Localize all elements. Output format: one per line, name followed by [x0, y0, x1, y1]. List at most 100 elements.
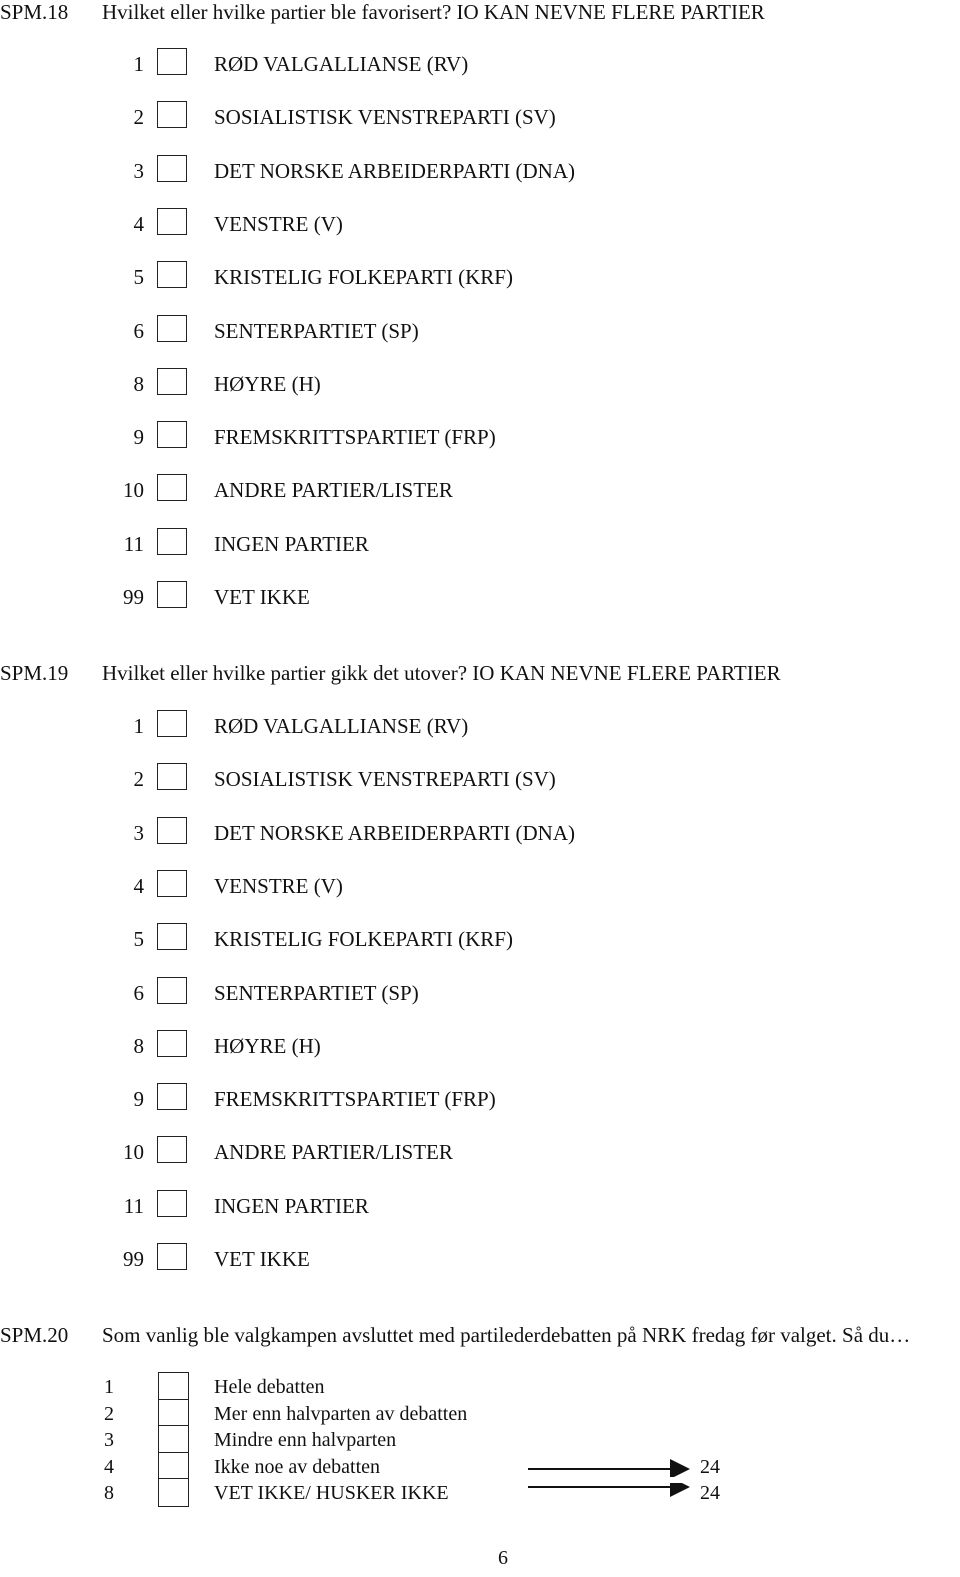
- option-row[interactable]: 8 HØYRE (H): [0, 1029, 700, 1062]
- option-label: HØYRE (H): [214, 371, 321, 396]
- option-row[interactable]: 10 ANDRE PARTIER/LISTER: [0, 1136, 700, 1168]
- checkbox-icon[interactable]: [157, 923, 187, 951]
- option-row[interactable]: 5 KRISTELIG FOLKEPARTI (KRF): [0, 923, 700, 955]
- option-label: INGEN PARTIER: [214, 531, 369, 556]
- question-code: SPM.19: [0, 661, 69, 685]
- option-row[interactable]: 8 VET IKKE/ HUSKER IKKE 24: [0, 1478, 760, 1508]
- option-row[interactable]: 2 SOSIALISTISK VENSTREPARTI (SV): [0, 763, 700, 795]
- option-label: VET IKKE/ HUSKER IKKE: [214, 1482, 449, 1504]
- checkbox-icon[interactable]: [157, 869, 187, 897]
- option-label: KRISTELIG FOLKEPARTI (KRF): [214, 927, 513, 952]
- checkbox-icon[interactable]: [157, 816, 187, 844]
- checkbox-icon[interactable]: [158, 1478, 189, 1507]
- option-number: 10: [123, 1140, 144, 1165]
- checkbox-icon[interactable]: [157, 261, 187, 289]
- option-label: FREMSKRITTSPARTIET (FRP): [214, 425, 496, 450]
- right-arrow-icon: [528, 1458, 690, 1477]
- checkbox-icon[interactable]: [157, 581, 187, 608]
- checkbox-icon[interactable]: [157, 154, 187, 182]
- question-text: Som vanlig ble valgkampen avsluttet med …: [102, 1323, 911, 1347]
- option-number: 2: [104, 1402, 114, 1425]
- checkbox-icon[interactable]: [157, 976, 187, 1004]
- option-number: 3: [104, 1429, 114, 1451]
- checkbox-icon[interactable]: [157, 421, 187, 449]
- option-row[interactable]: 4 VENSTRE (V): [0, 869, 700, 902]
- option-label: DET NORSKE ARBEIDERPARTI (DNA): [214, 158, 576, 183]
- question-code: SPM.20: [0, 1323, 69, 1347]
- checkbox-icon[interactable]: [157, 48, 187, 75]
- option-label: RØD VALGALLIANSE (RV): [214, 714, 469, 738]
- option-row[interactable]: 1 Hele debatten: [0, 1372, 760, 1402]
- option-number: 6: [133, 318, 145, 343]
- option-row[interactable]: 11 INGEN PARTIER: [0, 1189, 700, 1222]
- option-row[interactable]: 10 ANDRE PARTIER/LISTER: [0, 474, 700, 506]
- option-number: 99: [123, 1247, 144, 1271]
- option-number: 4: [133, 873, 145, 898]
- option-number: 2: [133, 767, 145, 792]
- checkbox-icon[interactable]: [157, 1136, 187, 1164]
- option-label: VET IKKE: [214, 1247, 310, 1271]
- option-label: Mer enn halvparten av debatten: [214, 1402, 468, 1425]
- option-number: 8: [133, 371, 145, 396]
- checkbox-icon[interactable]: [158, 1398, 189, 1427]
- checkbox-icon[interactable]: [157, 314, 187, 342]
- option-label: HØYRE (H): [214, 1033, 321, 1058]
- option-number: 10: [123, 478, 144, 503]
- option-row[interactable]: 99 VET IKKE: [0, 1243, 700, 1275]
- checkbox-icon[interactable]: [157, 367, 187, 395]
- option-label: VENSTRE (V): [214, 211, 343, 236]
- option-row[interactable]: 4 Ikke noe av debatten 24: [0, 1451, 760, 1482]
- option-number: 1: [133, 714, 145, 738]
- checkbox-icon[interactable]: [157, 1243, 187, 1270]
- option-label: SENTERPARTIET (SP): [214, 980, 419, 1005]
- option-row[interactable]: 5 KRISTELIG FOLKEPARTI (KRF): [0, 261, 700, 293]
- option-number: 3: [133, 820, 145, 845]
- skip-instruction: 24: [528, 1481, 728, 1505]
- option-label: ANDRE PARTIER/LISTER: [214, 478, 453, 503]
- checkbox-icon[interactable]: [158, 1451, 189, 1480]
- option-label: ANDRE PARTIER/LISTER: [214, 1140, 453, 1165]
- option-row[interactable]: 9 FREMSKRITTSPARTIET (FRP): [0, 1083, 700, 1115]
- option-row[interactable]: 99 VET IKKE: [0, 581, 700, 613]
- option-number: 9: [133, 425, 145, 450]
- option-row[interactable]: 8 HØYRE (H): [0, 367, 700, 400]
- checkbox-icon[interactable]: [157, 527, 187, 555]
- option-label: VET IKKE: [214, 585, 310, 609]
- checkbox-icon[interactable]: [157, 1189, 187, 1217]
- option-number: 8: [104, 1482, 114, 1504]
- option-row[interactable]: 2 SOSIALISTISK VENSTREPARTI (SV): [0, 101, 700, 133]
- checkbox-icon[interactable]: [157, 101, 187, 129]
- checkbox-icon[interactable]: [158, 1425, 189, 1453]
- option-label: SENTERPARTIET (SP): [214, 318, 419, 343]
- option-row[interactable]: 6 SENTERPARTIET (SP): [0, 976, 700, 1009]
- skip-target: 24: [700, 1455, 720, 1478]
- option-number: 5: [133, 927, 145, 952]
- option-row[interactable]: 11 INGEN PARTIER: [0, 527, 700, 560]
- option-row[interactable]: 3 DET NORSKE ARBEIDERPARTI (DNA): [0, 816, 700, 849]
- checkbox-icon[interactable]: [157, 474, 187, 502]
- option-label: FREMSKRITTSPARTIET (FRP): [214, 1087, 496, 1112]
- option-label: Mindre enn halvparten: [214, 1429, 397, 1451]
- checkbox-icon[interactable]: [157, 763, 187, 791]
- checkbox-icon[interactable]: [157, 207, 187, 235]
- option-row[interactable]: 1 RØD VALGALLIANSE (RV): [0, 710, 700, 742]
- option-row[interactable]: 6 SENTERPARTIET (SP): [0, 314, 700, 347]
- skip-instruction: 24: [528, 1455, 728, 1479]
- option-row[interactable]: 3 DET NORSKE ARBEIDERPARTI (DNA): [0, 154, 700, 187]
- option-label: Hele debatten: [214, 1376, 325, 1398]
- option-number: 4: [133, 211, 145, 236]
- option-row[interactable]: 3 Mindre enn halvparten: [0, 1425, 760, 1455]
- option-row[interactable]: 2 Mer enn halvparten av debatten: [0, 1398, 760, 1429]
- question-code: SPM.18: [0, 0, 69, 24]
- option-row[interactable]: 9 FREMSKRITTSPARTIET (FRP): [0, 421, 700, 453]
- option-number: 6: [133, 980, 145, 1005]
- option-row[interactable]: 4 VENSTRE (V): [0, 207, 700, 240]
- option-number: 1: [104, 1376, 114, 1398]
- option-number: 3: [133, 158, 145, 183]
- option-label: SOSIALISTISK VENSTREPARTI (SV): [214, 767, 556, 792]
- checkbox-icon[interactable]: [157, 1029, 187, 1057]
- checkbox-icon[interactable]: [157, 710, 187, 737]
- option-row[interactable]: 1 RØD VALGALLIANSE (RV): [0, 48, 700, 80]
- checkbox-icon[interactable]: [158, 1372, 189, 1400]
- checkbox-icon[interactable]: [157, 1083, 187, 1111]
